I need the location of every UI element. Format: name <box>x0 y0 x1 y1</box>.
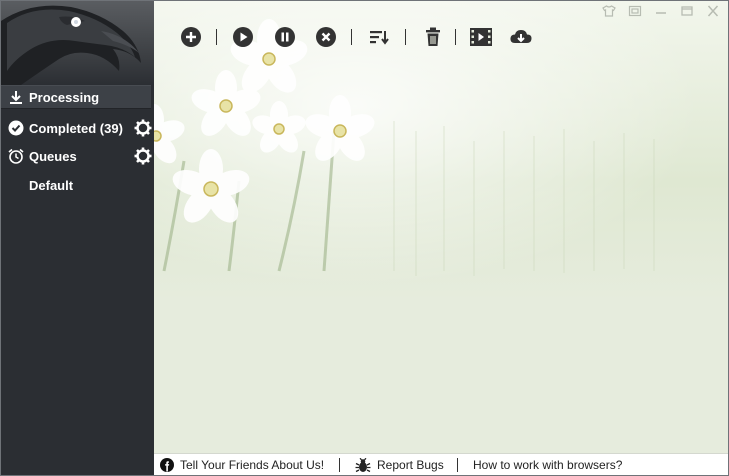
toolbar <box>154 23 574 51</box>
start-button[interactable] <box>230 23 256 51</box>
pause-icon <box>275 27 295 47</box>
report-bugs-link[interactable]: Report Bugs <box>355 454 444 475</box>
stop-button[interactable] <box>313 23 339 51</box>
play-icon <box>233 27 253 47</box>
eagle-logo <box>1 1 154 85</box>
sidebar-item-queues[interactable]: Queues <box>1 144 154 168</box>
alarm-clock-icon <box>8 148 24 164</box>
film-icon <box>470 28 492 46</box>
add-icon <box>181 27 201 47</box>
minimize-button[interactable] <box>650 3 672 19</box>
delete-button[interactable] <box>420 23 446 51</box>
toolbar-separator <box>216 29 217 45</box>
sidebar-item-label: Default <box>29 177 74 193</box>
gear-icon[interactable] <box>134 119 152 137</box>
maximize-button[interactable] <box>676 3 698 19</box>
sidebar-item-label: Completed (39) <box>29 120 123 136</box>
app-window: Processing Completed (39) Queues Default… <box>0 0 729 476</box>
maximize-icon <box>681 6 693 16</box>
footer-separator <box>339 458 340 472</box>
tell-friends-link[interactable]: Tell Your Friends About Us! <box>160 454 325 475</box>
video-button[interactable] <box>468 23 494 51</box>
sidebar-item-label: Processing <box>29 89 100 105</box>
tell-friends-label: Tell Your Friends About Us! <box>180 458 325 472</box>
stop-icon <box>316 27 336 47</box>
mini-mode-icon <box>628 5 642 17</box>
bug-icon <box>355 457 371 472</box>
cloud-download-icon <box>510 30 532 43</box>
close-button[interactable] <box>702 3 724 19</box>
sidebar: Processing Completed (39) Queues Default <box>1 1 154 475</box>
footer-bar: Tell Your Friends About Us! Report Bugs … <box>154 453 728 475</box>
toolbar-separator <box>405 29 406 45</box>
download-icon <box>10 91 22 104</box>
sort-button[interactable] <box>366 23 392 51</box>
sidebar-item-default[interactable]: Default <box>1 173 154 197</box>
add-button[interactable] <box>178 23 204 51</box>
facebook-icon <box>160 458 174 472</box>
window-controls <box>598 3 724 21</box>
skin-icon <box>602 5 616 17</box>
gear-icon[interactable] <box>134 147 152 165</box>
toolbar-separator <box>351 29 352 45</box>
trash-icon <box>426 27 440 46</box>
sort-icon <box>370 31 389 45</box>
sidebar-item-label: Queues <box>29 148 77 164</box>
sidebar-item-processing[interactable]: Processing <box>1 85 151 109</box>
mini-mode-button[interactable] <box>624 3 646 19</box>
minimize-icon <box>656 12 666 14</box>
browser-help-link[interactable]: How to work with browsers? <box>473 454 623 475</box>
footer-separator <box>457 458 458 472</box>
pause-button[interactable] <box>272 23 298 51</box>
toolbar-separator <box>455 29 456 45</box>
check-circle-icon <box>8 120 24 136</box>
browser-help-label: How to work with browsers? <box>473 458 623 472</box>
report-bugs-label: Report Bugs <box>377 458 444 472</box>
sidebar-item-completed[interactable]: Completed (39) <box>1 116 154 140</box>
close-icon <box>707 5 719 17</box>
grabber-button[interactable] <box>508 23 534 51</box>
skin-button[interactable] <box>598 3 620 19</box>
main-area <box>154 1 728 453</box>
